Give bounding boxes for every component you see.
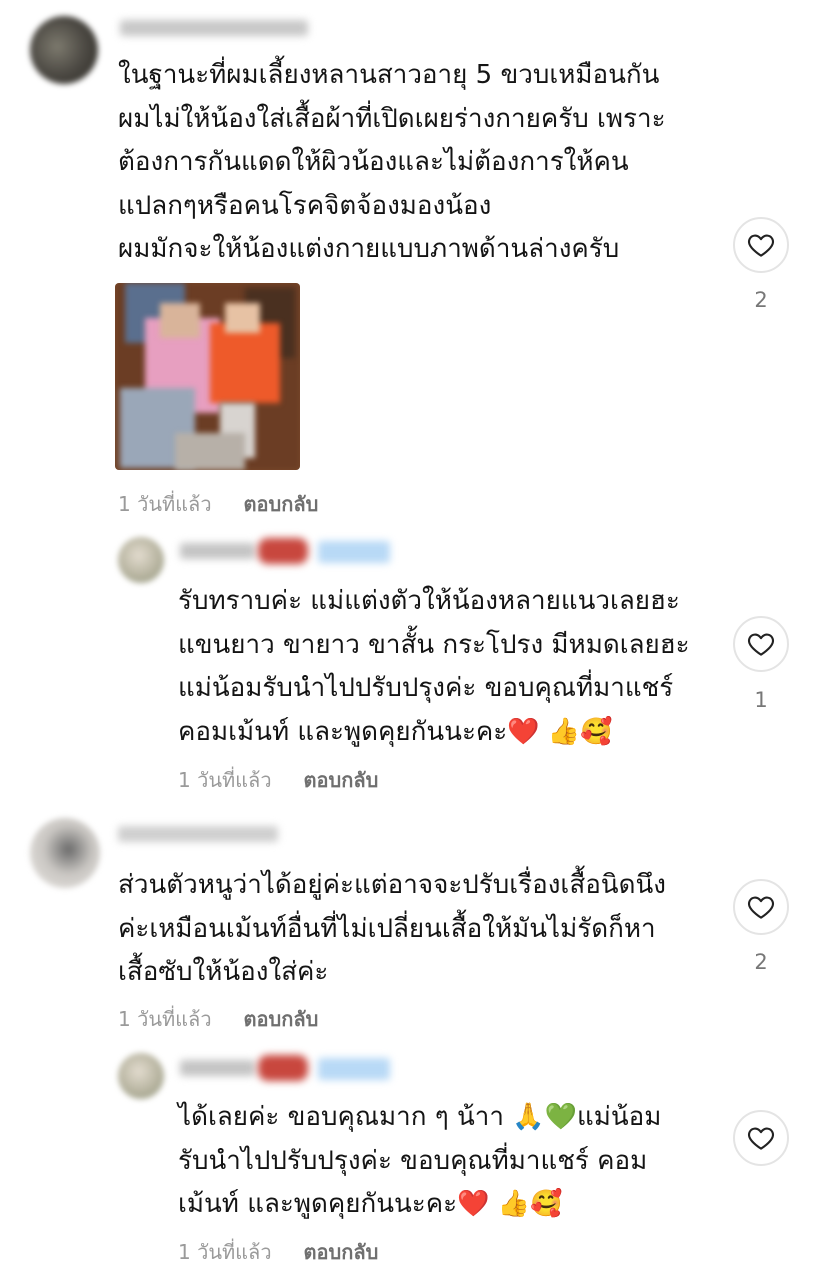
- username-blurred[interactable]: [120, 20, 308, 36]
- comment-meta: 1 วันที่แล้ว ตอบกลับ: [178, 1236, 378, 1268]
- timestamp: 1 วันที่แล้ว: [178, 768, 272, 792]
- like-count: 2: [754, 288, 768, 312]
- comment-text: รับทราบค่ะ แม่แต่งตัวให้น้องหลายแนวเลยฮะ…: [178, 586, 690, 747]
- heart-outline-icon: [747, 234, 775, 257]
- username-emoji-blurred: [258, 538, 308, 564]
- username-blurred[interactable]: [180, 543, 255, 559]
- username-emoji-blurred: [258, 1055, 308, 1081]
- avatar[interactable]: [30, 818, 100, 888]
- comment-text: ได้เลยค่ะ ขอบคุณมาก ๆ น้าา 🙏💚แม่น้อม รับ…: [178, 1102, 662, 1219]
- reply-button[interactable]: ตอบกลับ: [244, 1007, 319, 1031]
- like-button[interactable]: [733, 1110, 789, 1166]
- comment-text: ส่วนตัวหนูว่าได้อยู่ค่ะแต่อาจจะปรับเรื่อ…: [118, 870, 666, 987]
- comment-meta: 1 วันที่แล้ว ตอบกลับ: [118, 488, 318, 520]
- comment-text: ในฐานะที่ผมเลี้ยงหลานสาวอายุ 5 ขวบเหมือน…: [118, 60, 666, 264]
- creator-badge: [318, 1058, 390, 1080]
- avatar[interactable]: [30, 16, 98, 84]
- timestamp: 1 วันที่แล้ว: [118, 492, 212, 516]
- like-count: 2: [754, 950, 768, 974]
- heart-outline-icon: [747, 1127, 775, 1150]
- avatar[interactable]: [118, 537, 164, 583]
- reply-button[interactable]: ตอบกลับ: [304, 768, 379, 792]
- attached-photo[interactable]: [115, 283, 300, 470]
- heart-outline-icon: [747, 633, 775, 656]
- username-blurred[interactable]: [180, 1060, 255, 1076]
- timestamp: 1 วันที่แล้ว: [178, 1240, 272, 1264]
- reply-button[interactable]: ตอบกลับ: [244, 492, 319, 516]
- timestamp: 1 วันที่แล้ว: [118, 1007, 212, 1031]
- username-blurred[interactable]: [118, 826, 278, 842]
- like-count: 1: [754, 688, 768, 712]
- like-button[interactable]: [733, 879, 789, 935]
- like-button[interactable]: [733, 616, 789, 672]
- heart-outline-icon: [747, 896, 775, 919]
- like-button[interactable]: [733, 217, 789, 273]
- comment-meta: 1 วันที่แล้ว ตอบกลับ: [178, 764, 378, 796]
- avatar[interactable]: [118, 1053, 164, 1099]
- comment-meta: 1 วันที่แล้ว ตอบกลับ: [118, 1003, 318, 1035]
- creator-badge: [318, 541, 390, 563]
- reply-button[interactable]: ตอบกลับ: [304, 1240, 379, 1264]
